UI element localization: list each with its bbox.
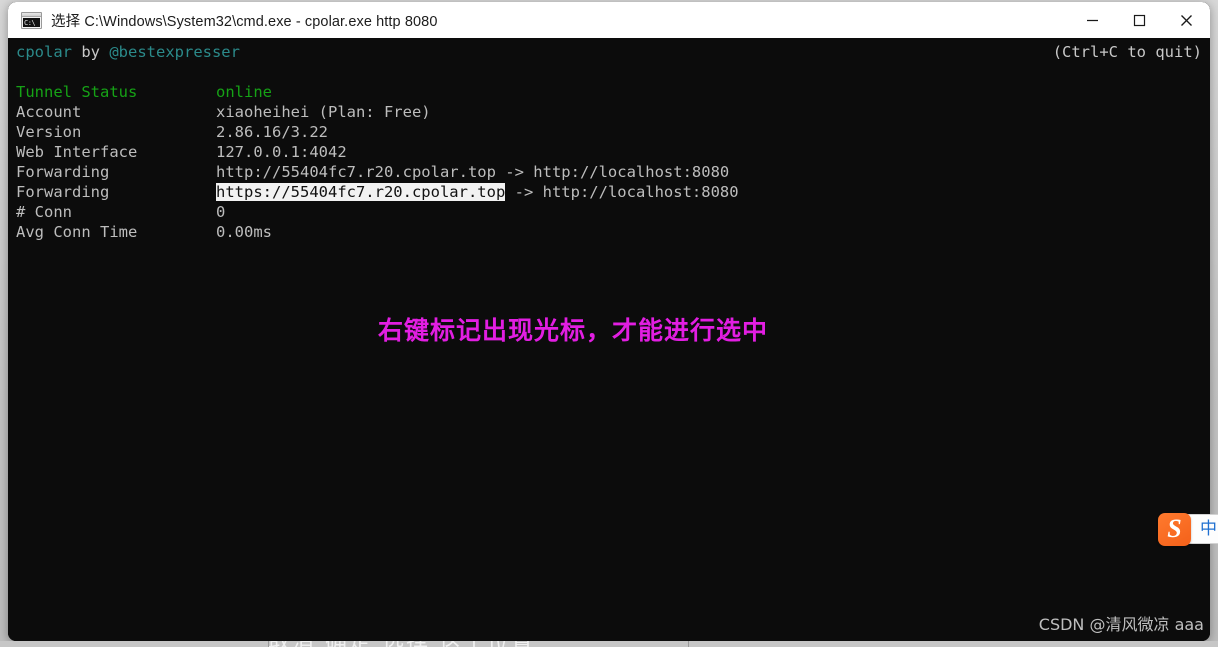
row-value-account: xiaoheihei (Plan: Free) [216,103,431,121]
console-row-forwarding-https[interactable]: Forwarding https://55404fc7.r20.cpolar.to… [16,182,1210,202]
banner-app-name: cpolar [16,43,72,61]
minimize-button[interactable] [1069,2,1116,38]
row-label-version: Version [16,123,82,141]
row-label-forwarding-http: Forwarding [16,163,110,181]
sogou-logo-icon[interactable]: S [1158,512,1191,546]
banner-by: by [72,43,110,61]
icon-prompt-glyph: C:\ [23,17,40,27]
console-row-conn-count: # Conn 0 [16,202,1210,222]
row-value-tunnel-status: online [216,83,272,101]
row-label-avg-conn-time: Avg Conn Time [16,223,138,241]
window-titlebar[interactable]: C:\ 选择 C:\Windows\System32\cmd.exe - cpo… [8,2,1210,38]
csdn-watermark: CSDN @清风微凉 aaa [1038,615,1204,634]
icon-title-bar [22,12,41,17]
window-title: 选择 C:\Windows\System32\cmd.exe - cpolar.… [51,13,438,30]
row-value-forwarding-https-tail: -> http://localhost:8080 [505,183,739,201]
console-banner-line: cpolar by @bestexpresser [16,42,1210,62]
ime-mode-indicator[interactable]: 中 [1200,520,1217,538]
row-value-web-interface: 127.0.0.1:4042 [216,143,347,161]
screen-root: C:\ 选择 C:\Windows\System32\cmd.exe - cpo… [0,0,1218,647]
annotation-text: 右键标记出现光标，才能进行选中 [378,316,769,345]
cmd-console-window[interactable]: C:\ 选择 C:\Windows\System32\cmd.exe - cpo… [8,2,1210,641]
console-row-version: Version 2.86.16/3.22 [16,122,1210,142]
cmd-exe-icon: C:\ [21,11,42,29]
row-value-avg-conn-time: 0.00ms [216,223,272,241]
row-label-tunnel-status: Tunnel Status [16,83,138,101]
console-row-forwarding-http: Forwarding http://55404fc7.r20.cpolar.top… [16,162,1210,182]
row-value-version: 2.86.16/3.22 [216,123,328,141]
row-value-conn-count: 0 [216,203,226,221]
close-button[interactable] [1163,2,1210,38]
console-row-account: Account xiaoheihei (Plan: Free) [16,102,1210,122]
maximize-button[interactable] [1116,2,1163,38]
console-row-web-interface: Web Interface 127.0.0.1:4042 [16,142,1210,162]
row-value-forwarding-http: http://55404fc7.r20.cpolar.top -> http:/… [216,163,730,181]
sogou-logo-letter: S [1167,514,1182,543]
banner-author: @bestexpresser [109,43,240,61]
row-label-web-interface: Web Interface [16,143,138,161]
console-output-area[interactable]: (Ctrl+C to quit) cpolar by @bestexpresse… [8,38,1210,641]
console-row-tunnel-status: Tunnel Status online [16,82,1210,102]
ctrl-c-quit-hint: (Ctrl+C to quit) [1052,43,1202,61]
row-label-conn-count: # Conn [16,203,72,221]
window-controls[interactable] [1069,2,1210,38]
bottom-tick-left [268,641,269,647]
selected-url-text[interactable]: https://55404fc7.r20.cpolar.top [216,183,506,201]
bottom-cutoff-strip: 取消 确定 选择 这个位置 [0,641,1218,647]
row-label-account: Account [16,103,82,121]
row-label-forwarding-https: Forwarding [16,183,110,201]
bottom-tick-right [688,641,689,647]
console-row-avg-conn-time: Avg Conn Time 0.00ms [16,222,1210,242]
ime-status-panel[interactable]: 中 [1187,514,1218,544]
bottom-partial-text: 取消 确定 选择 这个位置 [268,641,535,647]
sogou-ime-bar[interactable]: S 中 [1158,510,1218,548]
